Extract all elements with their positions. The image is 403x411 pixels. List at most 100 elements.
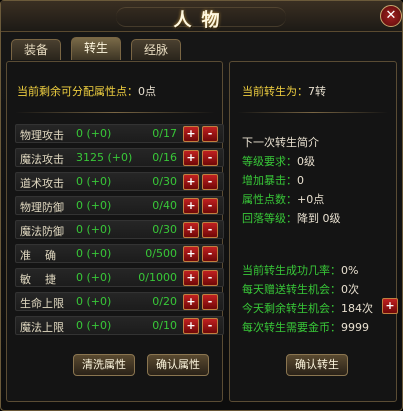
increase-button[interactable]: +: [183, 270, 199, 286]
increase-button[interactable]: +: [183, 222, 199, 238]
drop-label: 回落等级：: [242, 212, 297, 225]
rebirth-label: 当前转生为：: [242, 85, 308, 98]
next-rebirth-title: 下一次转生简介: [242, 136, 319, 149]
decrease-button[interactable]: -: [202, 270, 218, 286]
tab-equipment[interactable]: 装备: [11, 39, 61, 60]
remain-label: 今天剩余转生机会：: [242, 302, 341, 315]
divider: [238, 112, 388, 113]
decrease-button[interactable]: -: [202, 294, 218, 310]
increase-button[interactable]: +: [183, 318, 199, 334]
decrease-button[interactable]: -: [202, 198, 218, 214]
attribute-label: 准 确: [20, 249, 56, 262]
attribute-panel: 当前剩余可分配属性点：0点 物理攻击 0 (+0) 0/17 + - 魔法攻击 3125 (…: [6, 61, 224, 402]
rebirth-value: 7转: [308, 85, 326, 98]
attribute-value: 0 (+0): [76, 223, 112, 236]
attribute-row: 物理攻击 0 (+0) 0/17 + -: [15, 124, 224, 143]
points-value: 0点: [138, 85, 156, 98]
attribute-label: 魔法攻击: [20, 153, 64, 166]
decrease-button[interactable]: -: [202, 150, 218, 166]
attribute-allocation: 0/1000: [138, 271, 177, 284]
window-title: 人物: [173, 10, 230, 31]
remaining-chances: 今天剩余转生机会：184次: [242, 300, 373, 316]
drop-value: 降到 0级: [297, 212, 341, 225]
attr-value: +0点: [297, 193, 325, 206]
attribute-allocation: 0/40: [152, 199, 177, 212]
attribute-row: 准 确 0 (+0) 0/500 + -: [15, 244, 224, 263]
attribute-label: 魔法防御: [20, 225, 64, 238]
rebirth-line: 当前转生为：7转: [242, 83, 326, 99]
crit-label: 增加暴击：: [242, 174, 297, 187]
gold-label: 每次转生需要金币：: [242, 321, 341, 334]
points-line: 当前剩余可分配属性点：0点: [17, 83, 156, 99]
close-icon[interactable]: ✕: [380, 5, 402, 27]
points-label: 当前剩余可分配属性点：: [17, 85, 138, 98]
remain-value: 184次: [341, 302, 373, 315]
attribute-label: 物理攻击: [20, 129, 64, 142]
attribute-row: 道术攻击 0 (+0) 0/30 + -: [15, 172, 224, 191]
attribute-value: 0 (+0): [76, 319, 112, 332]
success-label: 当前转生成功几率：: [242, 264, 341, 277]
increase-button[interactable]: +: [183, 246, 199, 262]
decrease-button[interactable]: -: [202, 246, 218, 262]
success-rate: 当前转生成功几率：0%: [242, 262, 358, 278]
increase-button[interactable]: +: [183, 294, 199, 310]
attribute-allocation: 0/30: [152, 223, 177, 236]
attribute-row: 生命上限 0 (+0) 0/20 + -: [15, 292, 224, 311]
gold-value: 9999: [341, 321, 369, 334]
attribute-points: 属性点数：+0点: [242, 191, 324, 207]
attribute-value: 0 (+0): [76, 127, 112, 140]
rebirth-panel: 当前转生为：7转 下一次转生简介 等级要求：0级 增加暴击：0 属性点数：+0点…: [229, 61, 398, 402]
daily-gift-chances: 每天赠送转生机会：0次: [242, 281, 359, 297]
attribute-allocation: 0/16: [152, 151, 177, 164]
attr-label: 属性点数：: [242, 193, 297, 206]
gift-value: 0次: [341, 283, 359, 296]
attribute-value: 3125 (+0): [76, 151, 133, 164]
attribute-row: 物理防御 0 (+0) 0/40 + -: [15, 196, 224, 215]
attribute-row: 魔法防御 0 (+0) 0/30 + -: [15, 220, 224, 239]
attribute-label: 物理防御: [20, 201, 64, 214]
attribute-allocation: 0/500: [145, 247, 177, 260]
attribute-label: 敏 捷: [20, 273, 56, 286]
attribute-value: 0 (+0): [76, 295, 112, 308]
attribute-value: 0 (+0): [76, 199, 112, 212]
level-label: 等级要求：: [242, 155, 297, 168]
gold-cost: 每次转生需要金币：9999: [242, 319, 369, 335]
level-requirement: 等级要求：0级: [242, 153, 315, 169]
attribute-label: 生命上限: [20, 297, 64, 310]
attribute-row: 魔法上限 0 (+0) 0/10 + -: [15, 316, 224, 335]
attribute-allocation: 0/30: [152, 175, 177, 188]
level-value: 0级: [297, 155, 315, 168]
decrease-button[interactable]: -: [202, 318, 218, 334]
attribute-allocation: 0/20: [152, 295, 177, 308]
reset-attributes-button[interactable]: 清洗属性: [73, 354, 135, 376]
crit-bonus: 增加暴击：0: [242, 172, 304, 188]
attribute-row: 魔法攻击 3125 (+0) 0/16 + -: [15, 148, 224, 167]
increase-button[interactable]: +: [183, 198, 199, 214]
character-window: 人物 ✕ 装备 转生 经脉 当前剩余可分配属性点：0点 物理攻击 0 (+0) 0/…: [0, 0, 403, 411]
increase-button[interactable]: +: [183, 174, 199, 190]
attribute-allocation: 0/10: [152, 319, 177, 332]
decrease-button[interactable]: -: [202, 174, 218, 190]
attribute-allocation: 0/17: [152, 127, 177, 140]
confirm-rebirth-button[interactable]: 确认转生: [286, 354, 348, 376]
success-value: 0%: [341, 264, 359, 277]
increase-button[interactable]: +: [183, 126, 199, 142]
attribute-value: 0 (+0): [76, 175, 112, 188]
decrease-button[interactable]: -: [202, 222, 218, 238]
gift-label: 每天赠送转生机会：: [242, 283, 341, 296]
confirm-attributes-button[interactable]: 确认属性: [147, 354, 209, 376]
attribute-value: 0 (+0): [76, 271, 112, 284]
divider: [15, 112, 215, 113]
attribute-value: 0 (+0): [76, 247, 112, 260]
crit-value: 0: [297, 174, 304, 187]
add-chances-button[interactable]: +: [382, 298, 398, 314]
increase-button[interactable]: +: [183, 150, 199, 166]
attribute-row: 敏 捷 0 (+0) 0/1000 + -: [15, 268, 224, 287]
tab-rebirth[interactable]: 转生: [71, 37, 121, 60]
tab-meridian[interactable]: 经脉: [131, 39, 181, 60]
title-bar[interactable]: 人物 ✕: [1, 1, 402, 32]
decrease-button[interactable]: -: [202, 126, 218, 142]
attribute-label: 道术攻击: [20, 177, 64, 190]
level-drop: 回落等级：降到 0级: [242, 210, 341, 226]
attribute-label: 魔法上限: [20, 321, 64, 334]
